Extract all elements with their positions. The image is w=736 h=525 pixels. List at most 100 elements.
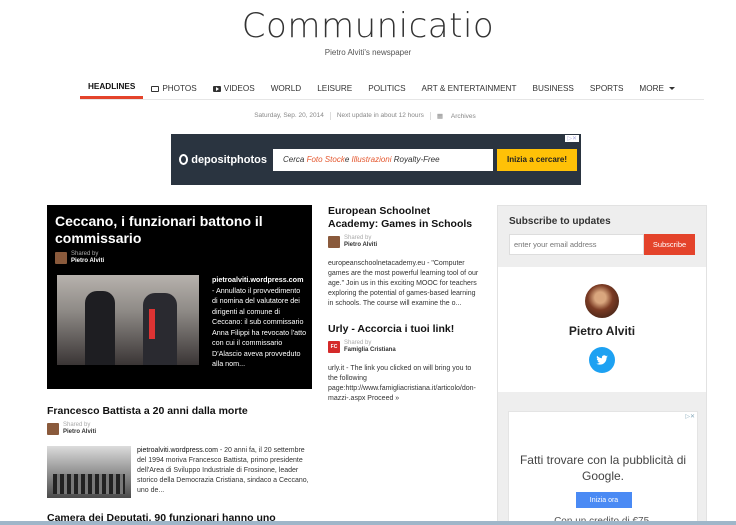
nav-politics[interactable]: POLITICS xyxy=(360,78,413,99)
dateline: Saturday, Sep. 20, 2014 Next update in a… xyxy=(0,112,736,120)
nav-label: LEISURE xyxy=(317,83,353,93)
subscribe-form: Subscribe xyxy=(509,234,706,255)
subscribe-title: Subscribe to updates xyxy=(509,216,611,227)
nav-label: BUSINESS xyxy=(532,83,574,93)
story-battista: Francesco Battista a 20 anni dalla morte… xyxy=(47,405,312,498)
twitter-button[interactable] xyxy=(589,347,615,373)
nav-world[interactable]: WORLD xyxy=(263,78,309,99)
photo-icon xyxy=(151,85,160,92)
source-link[interactable]: urly.it xyxy=(328,365,344,372)
ad-text: Cerca xyxy=(283,155,305,164)
ad-close-icon[interactable]: ▷✕ xyxy=(685,413,695,420)
shared-by-text: Shared by Pietro Alviti xyxy=(344,235,377,249)
archives-link[interactable]: ▦ Archives xyxy=(431,112,488,120)
story-thumbnail[interactable] xyxy=(47,446,131,498)
nav-label: POLITICS xyxy=(368,83,406,93)
nav-label: HEADLINES xyxy=(88,82,136,91)
main-nav: HEADLINES PHOTOS VIDEOS WORLD LEISURE PO… xyxy=(80,78,704,100)
shared-by: Shared by Pietro Alviti xyxy=(328,235,480,249)
author-link[interactable]: Pietro Alviti xyxy=(71,258,104,265)
google-ad-headline: Fatti trovare con la pubblicità di Googl… xyxy=(519,453,687,483)
story-excerpt: europeanschoolnetacademy.eu - "Computer … xyxy=(328,259,480,309)
video-icon xyxy=(212,85,221,92)
shared-by-text: Shared by Pietro Alviti xyxy=(63,422,96,436)
shared-by-label: Shared by xyxy=(344,340,372,346)
shared-by: FC Shared by Famiglia Cristiana xyxy=(328,340,480,354)
story-title[interactable]: European Schoolnet Academy: Games in Sch… xyxy=(328,205,480,231)
ad-highlight: Illustrazioni xyxy=(351,155,392,164)
nav-photos[interactable]: PHOTOS xyxy=(143,78,204,99)
shared-by-label: Shared by xyxy=(63,422,91,428)
nav-label: PHOTOS xyxy=(162,83,197,93)
shared-by-label: Shared by xyxy=(344,235,372,241)
ad-banner[interactable]: ▷✕ depositphotos Cerca Foto Stock e Illu… xyxy=(171,134,581,185)
author-link[interactable]: Famiglia Cristiana xyxy=(344,347,396,354)
nav-more[interactable]: MORE xyxy=(631,78,683,99)
feature-excerpt: pietroalviti.wordpress.com - Annullato i… xyxy=(212,275,307,370)
email-input[interactable] xyxy=(509,234,644,255)
excerpt-text: - The link you clicked on will bring you… xyxy=(328,365,476,402)
source-link[interactable]: pietroalviti.wordpress.com xyxy=(137,447,218,454)
ad-highlight: Foto Stock xyxy=(306,155,345,164)
window-bottom-edge xyxy=(0,521,736,525)
shared-by-label: Shared by xyxy=(71,251,99,257)
google-ad-button[interactable]: Inizia ora xyxy=(576,492,632,508)
author-link[interactable]: Pietro Alviti xyxy=(344,242,377,249)
feature-article[interactable]: Ceccano, i funzionari battono il commiss… xyxy=(47,205,312,389)
avatar[interactable] xyxy=(585,284,619,318)
left-column: Ceccano, i funzionari battono il commiss… xyxy=(47,205,312,525)
source-link[interactable]: europeanschoolnetacademy.eu xyxy=(328,260,425,267)
sidebar: Subscribe to updates Subscribe Pietro Al… xyxy=(497,205,707,525)
avatar[interactable] xyxy=(328,236,340,248)
ad-close-icon[interactable]: ▷✕ xyxy=(565,135,579,142)
story-schoolnet: European Schoolnet Academy: Games in Sch… xyxy=(328,205,480,309)
feature-photo[interactable] xyxy=(57,275,199,365)
nav-label: VIDEOS xyxy=(223,83,255,93)
avatar[interactable] xyxy=(47,423,59,435)
subscribe-button[interactable]: Subscribe xyxy=(644,234,695,255)
archives-label: Archives xyxy=(450,113,476,120)
feature-title[interactable]: Ceccano, i funzionari battono il commiss… xyxy=(55,213,304,247)
ad-brand: depositphotos xyxy=(191,153,267,166)
avatar[interactable]: FC xyxy=(328,341,340,353)
shared-by-text: Shared by Pietro Alviti xyxy=(71,251,104,265)
story-urly: Urly - Accorcia i tuoi link! FC Shared b… xyxy=(328,323,480,404)
story-title[interactable]: Francesco Battista a 20 anni dalla morte xyxy=(47,405,312,418)
profile-name[interactable]: Pietro Alviti xyxy=(498,324,706,338)
depositphotos-logo: depositphotos xyxy=(179,154,267,166)
shared-by-text: Shared by Famiglia Cristiana xyxy=(344,340,396,354)
nav-sports[interactable]: SPORTS xyxy=(582,78,632,99)
masthead: Communicatio Pietro Alviti's newspaper xyxy=(0,0,736,57)
middle-column: European Schoolnet Academy: Games in Sch… xyxy=(328,205,480,404)
shared-by: Shared by Pietro Alviti xyxy=(55,251,304,265)
google-ad[interactable]: ▷✕ Fatti trovare con la pubblicità di Go… xyxy=(508,411,698,525)
ad-cta-button[interactable]: Inizia a cercare! xyxy=(497,148,577,171)
nav-label: SPORTS xyxy=(589,83,624,93)
excerpt-text: - "Computer games are the most powerful … xyxy=(328,260,479,307)
nav-art-entertainment[interactable]: ART & ENTERTAINMENT xyxy=(414,78,525,99)
excerpt-text: - Annullato il provvedimento di nomina d… xyxy=(212,285,307,369)
author-link[interactable]: Pietro Alviti xyxy=(63,429,96,436)
nav-business[interactable]: BUSINESS xyxy=(524,78,581,99)
nav-label: MORE xyxy=(639,83,664,93)
site-title[interactable]: Communicatio xyxy=(0,6,736,46)
story-title[interactable]: Urly - Accorcia i tuoi link! xyxy=(328,323,480,336)
nav-label: ART & ENTERTAINMENT xyxy=(421,83,517,93)
excerpt-text: - 20 anni fa, il 20 settembre del 1994 m… xyxy=(137,447,309,494)
logo-mark-icon xyxy=(179,154,189,165)
date-text: Saturday, Sep. 20, 2014 xyxy=(248,112,331,120)
story-excerpt: urly.it - The link you clicked on will b… xyxy=(328,364,480,404)
site-subtitle: Pietro Alviti's newspaper xyxy=(324,48,412,57)
shared-by: Shared by Pietro Alviti xyxy=(47,422,312,436)
nav-headlines[interactable]: HEADLINES xyxy=(80,78,144,99)
caret-down-icon xyxy=(668,87,675,90)
nav-videos[interactable]: VIDEOS xyxy=(205,78,263,99)
avatar[interactable] xyxy=(55,252,67,264)
story-excerpt: pietroalviti.wordpress.com - 20 anni fa,… xyxy=(137,446,312,498)
nav-leisure[interactable]: LEISURE xyxy=(309,78,360,99)
ad-search-field[interactable]: Cerca Foto Stock e Illustrazioni Royalty… xyxy=(273,148,493,171)
source-link[interactable]: pietroalviti.wordpress.com xyxy=(212,275,303,284)
ad-text: e xyxy=(344,155,350,164)
twitter-icon xyxy=(596,355,608,365)
